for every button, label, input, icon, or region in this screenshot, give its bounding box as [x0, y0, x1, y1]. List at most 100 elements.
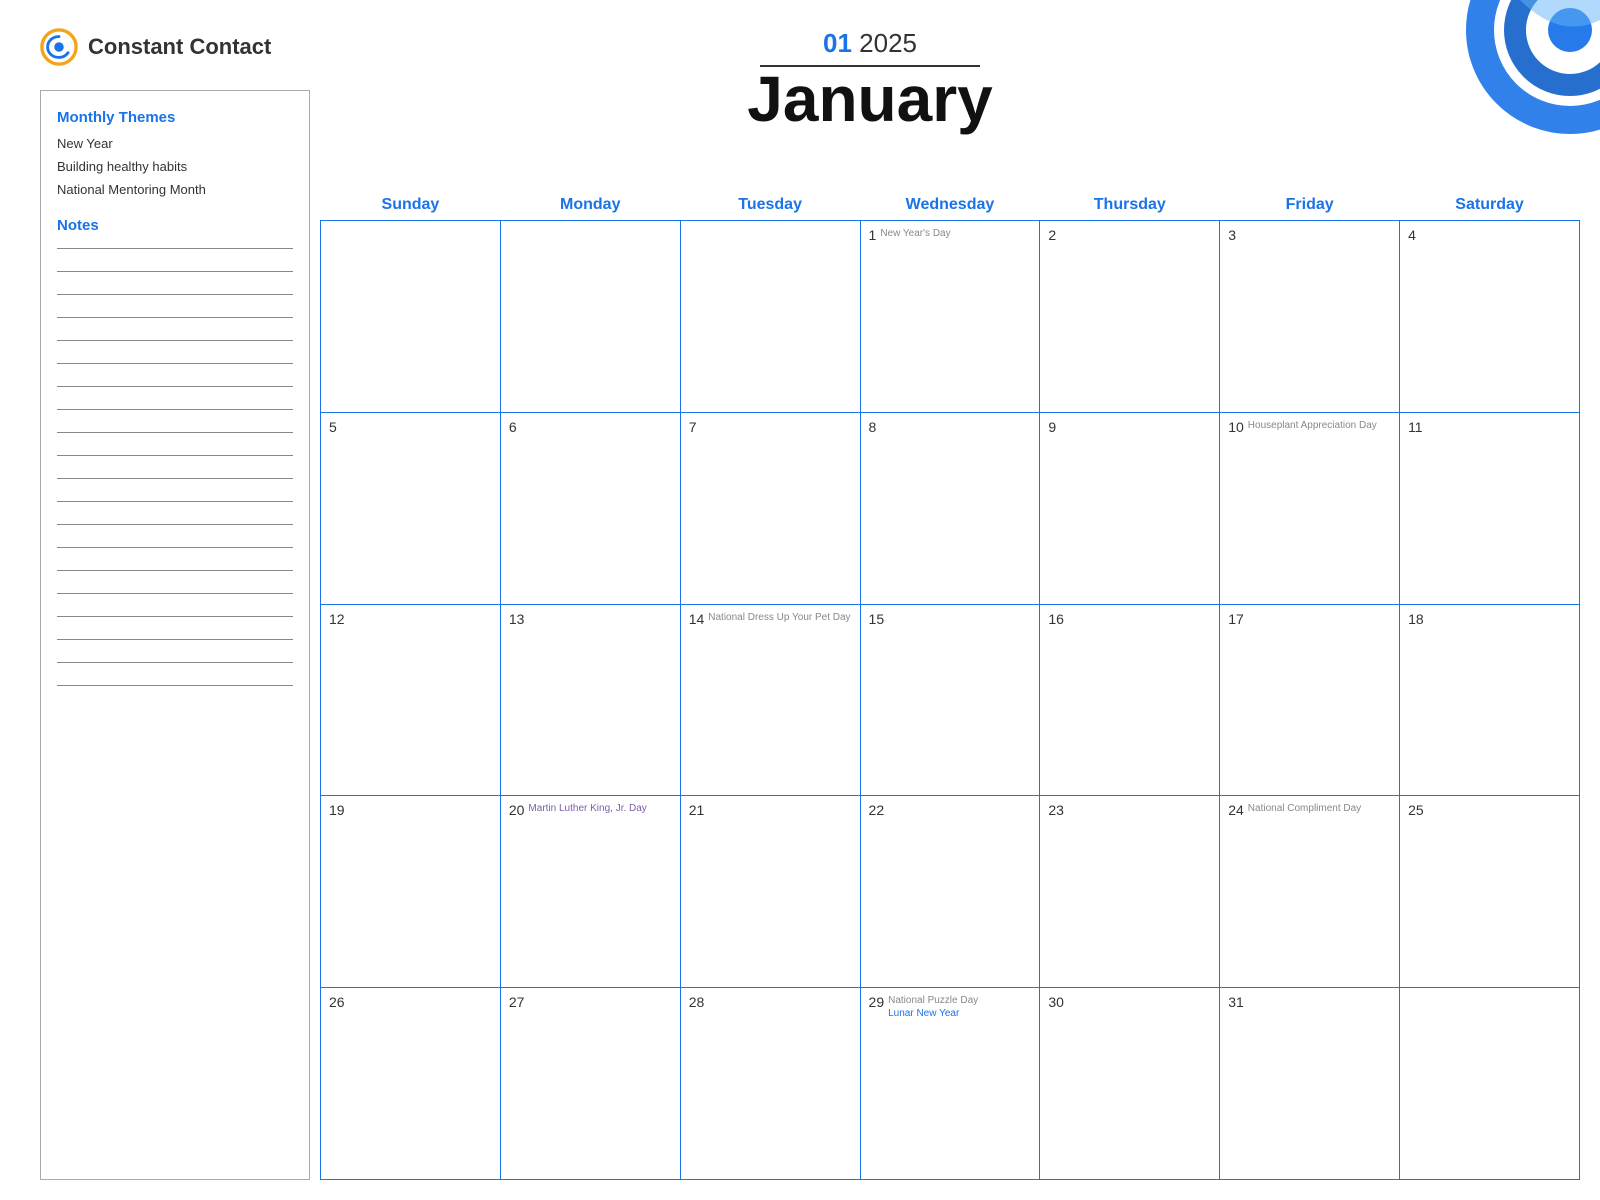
calendar-cell: 31 — [1220, 988, 1400, 1180]
calendar-week-row-3: 19 20Martin Luther King, Jr. Day 21 22 23 24 N… — [321, 796, 1580, 988]
notes-line — [57, 386, 293, 387]
notes-line — [57, 455, 293, 456]
day-number: 15 — [869, 611, 1032, 627]
calendar-cell: 4 — [1400, 221, 1580, 413]
day-number: 30 — [1048, 994, 1211, 1010]
notes-line — [57, 271, 293, 272]
day-number: 6 — [509, 419, 672, 435]
calendar-cell: 30 — [1040, 988, 1220, 1180]
calendar-cell: 5 — [321, 412, 501, 604]
logo-text: Constant Contact — [88, 34, 271, 60]
calendar-cell: 1New Year's Day — [860, 221, 1040, 413]
sidebar: Monthly Themes New Year Building healthy… — [40, 90, 310, 1180]
day-number: 3 — [1228, 227, 1391, 243]
day-number: 4 — [1408, 227, 1571, 243]
calendar-cell: 13 — [500, 604, 680, 796]
calendar-cell — [500, 221, 680, 413]
notes-line — [57, 432, 293, 433]
constant-contact-logo-icon — [40, 28, 78, 66]
day-number: 13 — [509, 611, 672, 627]
calendar-cell: 28 — [680, 988, 860, 1180]
calendar-cell: 27 — [500, 988, 680, 1180]
day-number: 19 — [329, 802, 492, 818]
col-friday: Friday — [1220, 190, 1400, 221]
notes-line — [57, 294, 293, 295]
notes-line — [57, 639, 293, 640]
day-number: 7 — [689, 419, 852, 435]
month-number: 01 — [823, 28, 852, 58]
day-event: Martin Luther King, Jr. Day — [528, 802, 646, 815]
day-number: 22 — [869, 802, 1032, 818]
calendar-week-row-4: 26 27 2829National Puzzle DayLunar New Yea… — [321, 988, 1580, 1180]
logo-area: Constant Contact — [40, 28, 271, 66]
calendar-week-row-1: 5 6 7 89 10Houseplant Appreciation Day11 — [321, 412, 1580, 604]
decorative-circles — [1440, 0, 1600, 160]
day-number: 14 — [689, 611, 705, 627]
day-number: 21 — [689, 802, 852, 818]
calendar-cell: 26 — [321, 988, 501, 1180]
day-event: National Puzzle Day — [888, 994, 978, 1007]
month-year-line: 01 2025 — [320, 28, 1420, 59]
month-header: 01 2025 January — [320, 28, 1420, 131]
day-event: National Dress Up Your Pet Day — [708, 611, 850, 624]
calendar-cell: 9 — [1040, 412, 1220, 604]
calendar-cell: 3 — [1220, 221, 1400, 413]
theme-item-2: Building healthy habits — [57, 159, 293, 174]
day-event: New Year's Day — [880, 227, 950, 240]
col-sunday: Sunday — [321, 190, 501, 221]
col-monday: Monday — [500, 190, 680, 221]
day-number: 20 — [509, 802, 525, 818]
day-number: 1 — [869, 227, 877, 243]
day-number: 5 — [329, 419, 492, 435]
day-number: 24 — [1228, 802, 1244, 818]
calendar-cell — [321, 221, 501, 413]
col-tuesday: Tuesday — [680, 190, 860, 221]
day-number: 27 — [509, 994, 672, 1010]
notes-line — [57, 340, 293, 341]
notes-line — [57, 363, 293, 364]
notes-line — [57, 409, 293, 410]
calendar-cell: 2 — [1040, 221, 1220, 413]
day-number: 17 — [1228, 611, 1391, 627]
calendar-cell — [680, 221, 860, 413]
calendar-cell: 15 — [860, 604, 1040, 796]
day-number: 18 — [1408, 611, 1571, 627]
calendar-cell: 21 — [680, 796, 860, 988]
calendar-cell: 20Martin Luther King, Jr. Day — [500, 796, 680, 988]
calendar-cell: 12 — [321, 604, 501, 796]
day-number: 31 — [1228, 994, 1391, 1010]
calendar-cell: 25 — [1400, 796, 1580, 988]
calendar-cell: 29National Puzzle DayLunar New Year — [860, 988, 1040, 1180]
day-event: National Compliment Day — [1248, 802, 1361, 815]
calendar-cell: 22 — [860, 796, 1040, 988]
notes-line — [57, 685, 293, 686]
notes-title: Notes — [57, 217, 293, 234]
notes-line — [57, 524, 293, 525]
notes-line — [57, 248, 293, 249]
calendar-cell: 24 National Compliment Day — [1220, 796, 1400, 988]
day-event: Houseplant Appreciation Day — [1248, 419, 1377, 432]
calendar-cell: 16 — [1040, 604, 1220, 796]
calendar-cell: 8 — [860, 412, 1040, 604]
day-number: 12 — [329, 611, 492, 627]
calendar-cell: 23 — [1040, 796, 1220, 988]
day-number: 23 — [1048, 802, 1211, 818]
notes-line — [57, 547, 293, 548]
day-number: 8 — [869, 419, 1032, 435]
calendar-cell: 11 — [1400, 412, 1580, 604]
month-name: January — [320, 67, 1420, 131]
notes-line — [57, 501, 293, 502]
calendar-grid: Sunday Monday Tuesday Wednesday Thursday… — [320, 190, 1580, 1180]
notes-lines — [57, 248, 293, 686]
calendar-cell: 7 — [680, 412, 860, 604]
notes-line — [57, 593, 293, 594]
calendar-week-row-0: 1New Year's Day 2 3 4 — [321, 221, 1580, 413]
day-number: 25 — [1408, 802, 1571, 818]
calendar-cell — [1400, 988, 1580, 1180]
col-thursday: Thursday — [1040, 190, 1220, 221]
notes-line — [57, 616, 293, 617]
notes-line — [57, 662, 293, 663]
day-number: 2 — [1048, 227, 1211, 243]
calendar-cell: 10Houseplant Appreciation Day — [1220, 412, 1400, 604]
day-number: 9 — [1048, 419, 1211, 435]
